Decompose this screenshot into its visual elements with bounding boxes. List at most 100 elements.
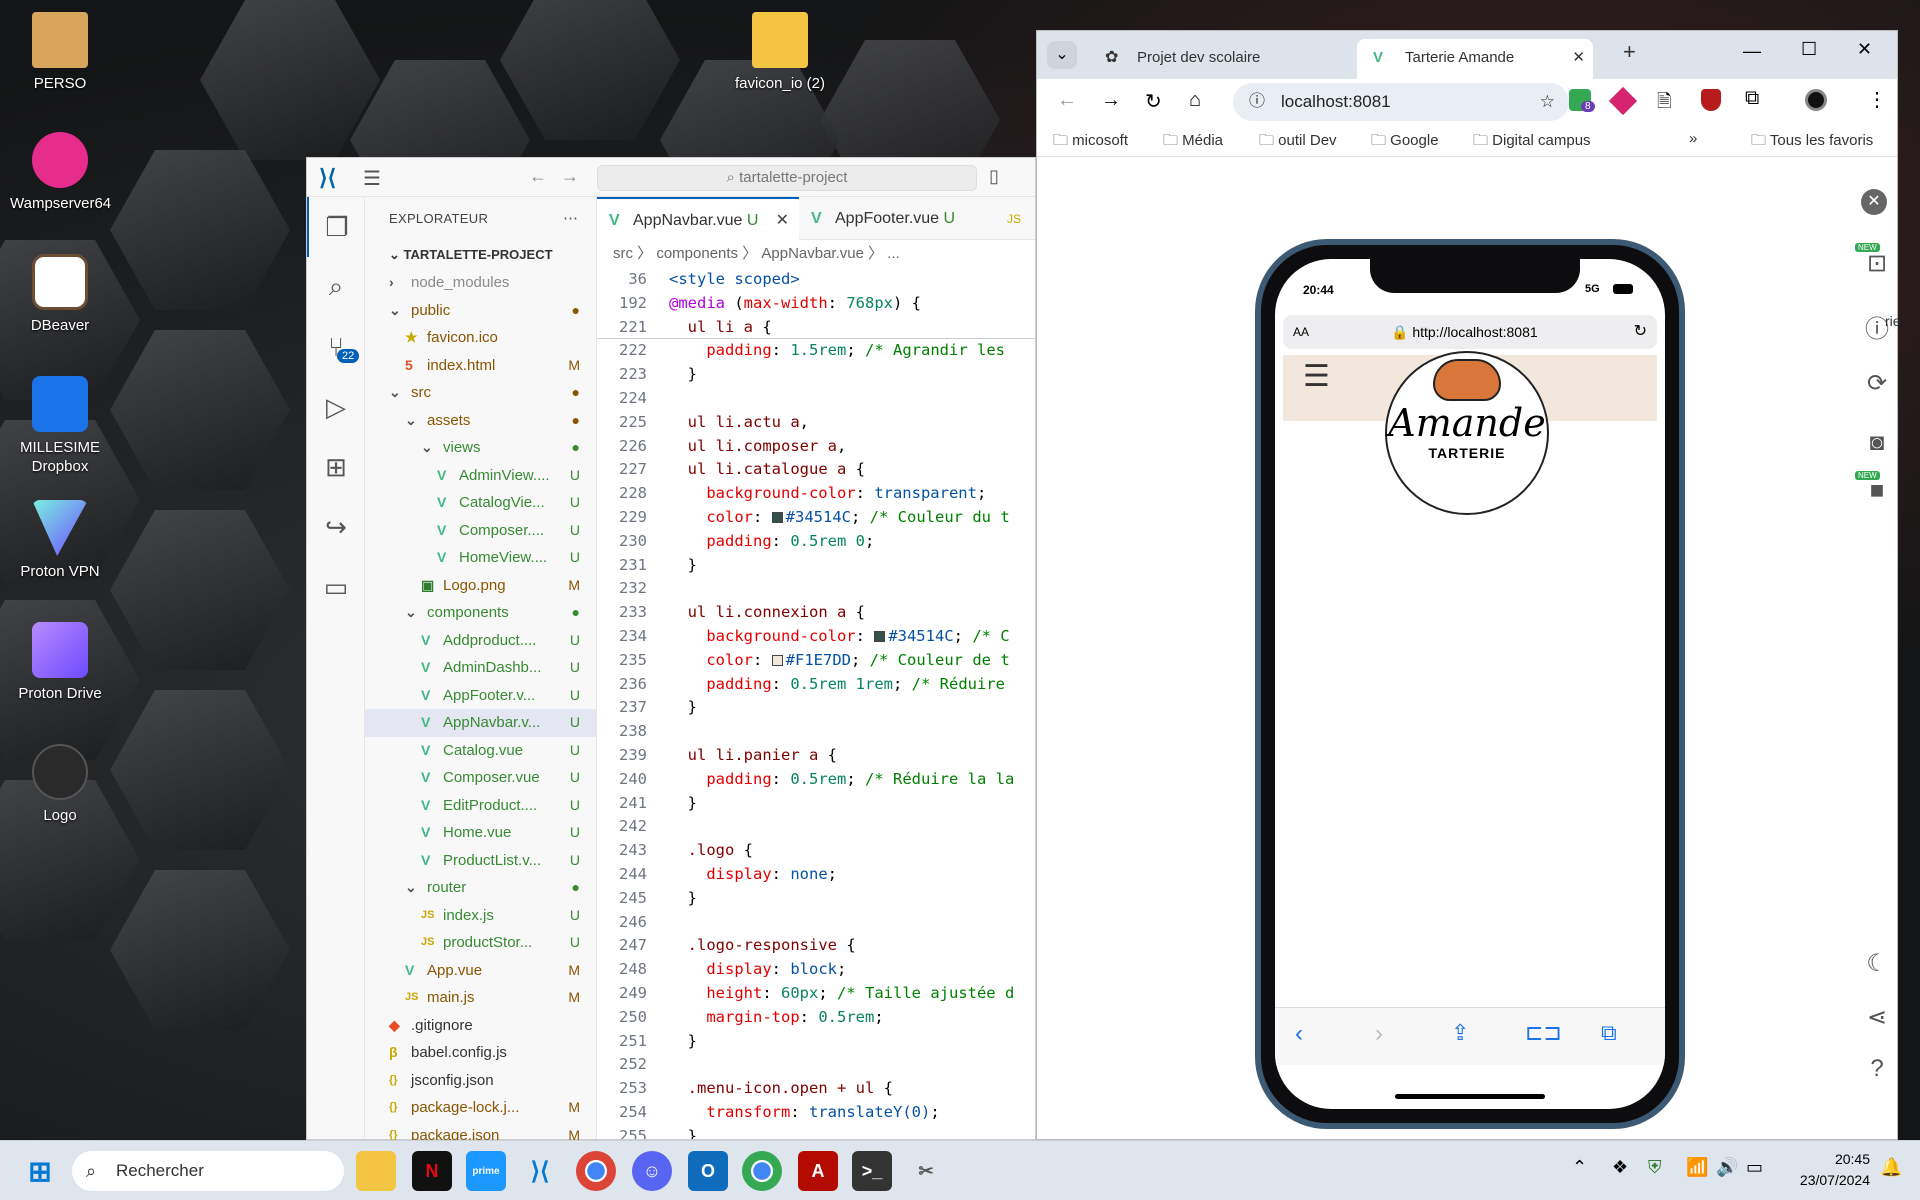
desktop-icon-protondrive[interactable]: Proton Drive [10,622,110,703]
new-tab-icon[interactable]: + [1623,39,1636,65]
share-icon[interactable]: ⇪ [1451,1020,1469,1046]
volume-icon[interactable]: 🔊 [1716,1157,1738,1178]
code-line[interactable]: 246 [597,911,1035,935]
tree-item[interactable]: ⌄ src ● [365,379,596,407]
chrome-menu-icon[interactable]: ⋮ [1867,87,1887,112]
extensions-icon[interactable]: ⊞ [307,437,365,497]
video-icon[interactable]: ■ [1857,477,1897,505]
taskbar-search[interactable]: ⌕ Rechercher [72,1151,344,1191]
command-center-search[interactable]: ⌕ tartalette-project [597,165,977,191]
windows-start-icon[interactable]: ⊞ [20,1151,60,1191]
code-line[interactable]: 254 transform: translateY(0); [597,1101,1035,1125]
bookmark-media[interactable]: 🗀 Média [1163,130,1223,155]
tree-item[interactable]: ◆ .gitignore [365,1012,596,1040]
code-line[interactable]: 223 } [597,363,1035,387]
chrome-active-taskbar-icon[interactable] [742,1151,782,1191]
tab-search-icon[interactable]: ⌄ [1047,41,1077,69]
tree-item[interactable]: V AdminView.... U [365,462,596,490]
desktop-icon-logo[interactable]: Logo [10,744,110,825]
minimize-icon[interactable]: — [1743,41,1761,62]
tree-item[interactable]: ⌄ public ● [365,297,596,325]
desktop-icon-dropbox[interactable]: MILLESIME Dropbox [10,376,110,476]
tree-item[interactable]: V Home.vue U [365,819,596,847]
tree-item[interactable]: V Catalog.vue U [365,737,596,765]
close-sidebar-icon[interactable]: ✕ [1861,189,1887,215]
tray-chevron-icon[interactable]: ⌃ [1572,1157,1587,1178]
bookmark-micosoft[interactable]: 🗀 micosoft [1053,130,1128,155]
tree-item[interactable]: V Addproduct.... U [365,627,596,655]
tree-item[interactable]: ★ favicon.ico [365,324,596,352]
bookmark-digital-campus[interactable]: 🗀 Digital campus [1473,130,1591,155]
back-chevron-icon[interactable]: ‹ [1295,1020,1303,1048]
close-tab-icon[interactable]: ✕ [1572,39,1585,77]
site-logo[interactable]: Amande TARTERIE [1385,351,1549,515]
code-line[interactable]: 221 ul li a { [597,316,1035,340]
profile-avatar[interactable] [1805,89,1827,111]
code-line[interactable]: 236 padding: 0.5rem 1rem; /* Réduire [597,673,1035,697]
code-line[interactable]: 229 color: #34514C; /* Couleur du t [597,506,1035,530]
close-window-icon[interactable]: ✕ [1857,39,1872,60]
code-line[interactable]: 243 .logo { [597,839,1035,863]
toggle-sidebar-icon[interactable]: ▯ [989,166,999,187]
code-line[interactable]: 255 } [597,1125,1035,1139]
clock[interactable]: 20:45 23/07/2024 [1780,1149,1870,1191]
code-line[interactable]: 237 } [597,696,1035,720]
share-nodes-icon[interactable]: ⋖ [1857,1003,1897,1032]
phone-address-bar[interactable]: AA 🔒 http://localhost:8081 ↻ [1283,315,1657,349]
camera-icon[interactable]: ◙ [1857,429,1897,457]
reload-icon[interactable]: ↻ [1145,89,1162,114]
help-icon[interactable]: ? [1857,1055,1897,1083]
chrome-taskbar-icon[interactable] [576,1151,616,1191]
tree-item[interactable]: {} package-lock.j... M [365,1094,596,1122]
outlook-icon[interactable]: O [688,1151,728,1191]
file-explorer-icon[interactable] [356,1151,396,1191]
all-bookmarks[interactable]: 🗀 Tous les favoris [1751,130,1873,155]
bookmarks-book-icon[interactable]: ⊏⊐ [1525,1020,1562,1046]
code-line[interactable]: 251 } [597,1030,1035,1054]
wifi-icon[interactable]: 📶 [1686,1157,1708,1178]
code-line[interactable]: 248 display: block; [597,958,1035,982]
run-debug-icon[interactable]: ▷ [307,377,365,437]
tree-item[interactable]: ⌄ views ● [365,434,596,462]
tree-item[interactable]: V App.vue M [365,957,596,985]
tab-appfooter[interactable]: V AppFooter.vue U [799,197,993,240]
code-line[interactable]: 233 ul li.connexion a { [597,601,1035,625]
acrobat-icon[interactable]: A [798,1151,838,1191]
code-line[interactable]: 247 .logo-responsive { [597,934,1035,958]
tree-item[interactable]: V AppNavbar.v... U [365,709,596,737]
code-line[interactable]: 241 } [597,792,1035,816]
live-share-icon[interactable]: ↪ [307,497,365,557]
rotate-icon[interactable]: ⟳ [1857,369,1897,398]
code-line[interactable]: 242 [597,815,1035,839]
code-line[interactable]: 231 } [597,554,1035,578]
prime-video-icon[interactable]: prime [466,1151,506,1191]
menu-hamburger-icon[interactable]: ☰ [363,166,381,191]
code-line[interactable]: 249 height: 60px; /* Taille ajustée d [597,982,1035,1006]
code-line[interactable]: 192 @media (max-width: 768px) { [597,292,1035,316]
terminal-icon[interactable]: >_ [852,1151,892,1191]
forward-icon[interactable]: → [1101,89,1121,112]
code-line[interactable]: 244 display: none; [597,863,1035,887]
source-control-icon[interactable]: ⑂ 22 [307,317,365,377]
tree-item[interactable]: ⌄ router ● [365,874,596,902]
explorer-more-icon[interactable]: ⋯ [563,209,578,227]
breadcrumb[interactable]: src 〉 components 〉 AppNavbar.vue 〉 ... [597,240,1035,268]
remote-explorer-icon[interactable]: ▭ [307,557,365,617]
responsive-device-icon[interactable]: ⊡ [1857,249,1897,278]
code-line[interactable]: 235 color: #F1E7DD; /* Couleur de t [597,649,1035,673]
tree-item[interactable]: V CatalogVie... U [365,489,596,517]
code-line[interactable]: 226 ul li.composer a, [597,435,1035,459]
tree-item[interactable]: V ProductList.v... U [365,847,596,875]
search-icon[interactable]: ⌕ [307,257,365,317]
code-line[interactable]: 250 margin-top: 0.5rem; [597,1006,1035,1030]
hamburger-menu-icon[interactable]: ☰ [1303,359,1330,394]
tree-item[interactable]: 5 index.html M [365,352,596,380]
site-info-icon[interactable]: ⓘ [1249,83,1265,121]
desktop-icon-dbeaver[interactable]: DBeaver [10,254,110,335]
back-icon[interactable]: ← [1057,89,1077,112]
code-line[interactable]: 234 background-color: #34514C; /* C [597,625,1035,649]
close-tab-icon[interactable]: ✕ [776,199,789,242]
bookmarks-overflow-icon[interactable]: » [1689,130,1697,147]
discord-icon[interactable]: ☺ [632,1151,672,1191]
extension-doc-icon[interactable]: 🗎 [1657,89,1671,119]
